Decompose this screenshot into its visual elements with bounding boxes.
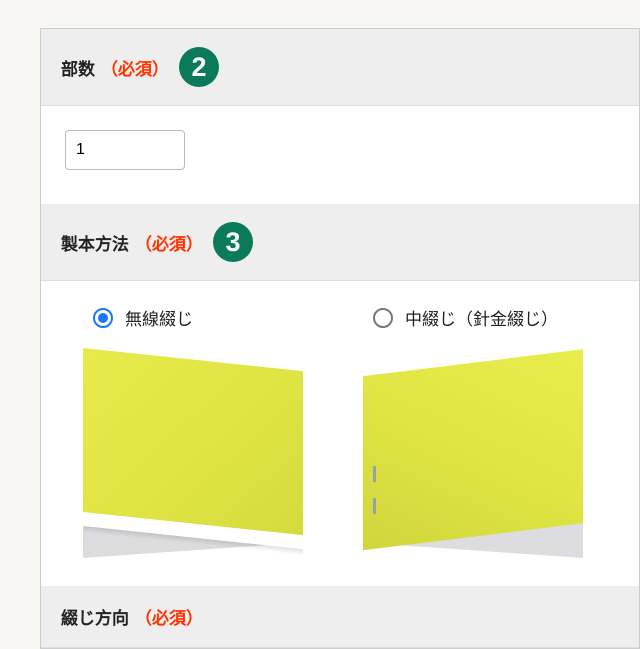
radio-icon[interactable]: [93, 308, 113, 328]
binding-option-saddle[interactable]: 中綴じ（針金綴じ）: [345, 305, 585, 558]
option-label: 無線綴じ: [125, 305, 193, 330]
quantity-input[interactable]: [65, 130, 185, 170]
section-title: 綴じ方向: [61, 604, 129, 629]
binding-option-perfect[interactable]: 無線綴じ: [65, 305, 305, 558]
binding-thumbnail-perfect: [83, 348, 303, 558]
step-badge-3: 3: [213, 222, 253, 262]
section-title: 製本方法: [61, 230, 129, 255]
radio-icon[interactable]: [373, 308, 393, 328]
section-header-direction: 綴じ方向 （必須）: [41, 586, 639, 648]
section-header-quantity: 部数 （必須） 2: [41, 29, 639, 106]
option-label: 中綴じ（針金綴じ）: [405, 305, 558, 330]
section-body-quantity: [41, 106, 639, 204]
binding-thumbnail-saddle: [363, 348, 583, 558]
required-label: （必須）: [101, 55, 169, 80]
required-label: （必須）: [135, 230, 203, 255]
order-form-panel: 部数 （必須） 2 製本方法 （必須） 3 無線綴じ: [40, 28, 640, 649]
section-title: 部数: [61, 55, 95, 80]
required-label: （必須）: [135, 604, 203, 629]
binding-options: 無線綴じ 中綴じ（針金綴じ）: [41, 281, 639, 558]
step-badge-2: 2: [179, 47, 219, 87]
section-header-binding: 製本方法 （必須） 3: [41, 204, 639, 281]
